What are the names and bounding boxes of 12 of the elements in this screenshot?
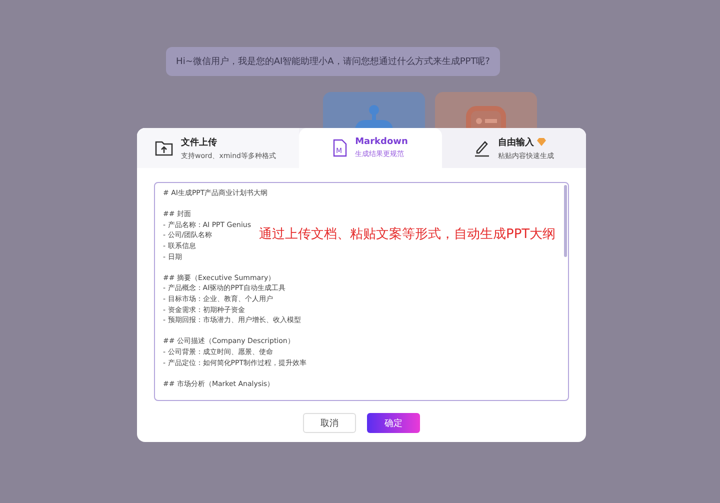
folder-upload-icon: [155, 140, 173, 156]
greeting-message: Hi~微信用户，我是您的AI智能助理小A，请问您想通过什么方式来生成PPT呢?: [166, 47, 500, 76]
tab-title: 文件上传: [181, 136, 217, 148]
tab-title: Markdown: [355, 137, 408, 147]
markdown-editor[interactable]: [154, 182, 569, 401]
cancel-button[interactable]: 取消: [303, 413, 356, 433]
tab-title: 自由输入: [498, 136, 534, 148]
annotation-caption: 通过上传文档、粘贴文案等形式，自动生成PPT大纲: [259, 226, 556, 243]
pen-icon: [474, 139, 490, 157]
list-icon: [466, 106, 506, 128]
confirm-button[interactable]: 确定: [367, 413, 420, 433]
scrollbar[interactable]: [564, 185, 567, 257]
